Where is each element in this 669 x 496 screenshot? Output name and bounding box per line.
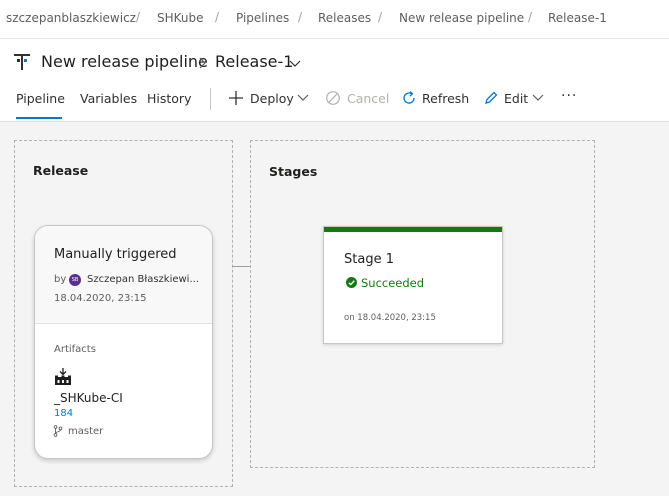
release-timestamp: 18.04.2020, 23:15 <box>54 293 147 304</box>
breadcrumb: szczepanblaszkiewicz / SHKube / Pipeline… <box>0 0 669 39</box>
tab-variables[interactable]: Variables <box>80 91 137 106</box>
breadcrumb-separator: / <box>136 10 141 24</box>
tab-history[interactable]: History <box>147 91 191 106</box>
breadcrumb-separator: / <box>298 10 303 24</box>
success-check-icon <box>346 277 357 288</box>
artifact-build-number[interactable]: 184 <box>54 408 73 419</box>
trigger-text: Manually triggered <box>54 247 177 262</box>
artifacts-label: Artifacts <box>54 344 96 355</box>
more-actions-button[interactable]: ··· <box>561 88 577 104</box>
branch-icon <box>53 425 63 437</box>
cancel-icon <box>326 91 340 105</box>
edit-button[interactable]: Edit <box>504 91 528 106</box>
tab-pipeline[interactable]: Pipeline <box>16 91 65 106</box>
user-name[interactable]: Szczepan Błaszkiewi... <box>87 274 199 285</box>
breadcrumb-pipeline[interactable]: New release pipeline <box>399 11 524 25</box>
build-artifact-icon <box>55 368 71 385</box>
breadcrumb-separator: / <box>215 10 220 24</box>
release-card[interactable]: Manually triggered by SB Szczepan Błaszk… <box>34 225 213 459</box>
breadcrumb-separator: / <box>528 10 533 24</box>
release-dropdown-chevron-icon[interactable] <box>289 58 301 68</box>
deploy-button[interactable]: Deploy <box>250 91 294 106</box>
refresh-icon[interactable] <box>401 90 417 106</box>
stage-date: on 18.04.2020, 23:15 <box>344 313 436 323</box>
refresh-button[interactable]: Refresh <box>422 91 469 106</box>
stage-name: Stage 1 <box>344 252 394 267</box>
release-section-title: Release <box>33 163 89 178</box>
breadcrumb-pipelines[interactable]: Pipelines <box>236 11 289 25</box>
breadcrumb-organization[interactable]: szczepanblaszkiewicz <box>6 11 136 25</box>
toolbar-divider <box>210 88 211 110</box>
plus-icon[interactable] <box>228 90 244 106</box>
edit-chevron-down-icon[interactable] <box>532 94 544 102</box>
active-tab-indicator <box>16 117 62 119</box>
by-label: by <box>54 274 67 285</box>
stage-card[interactable]: Stage 1 Succeeded on 18.04.2020, 23:15 <box>323 226 503 344</box>
breadcrumb-release[interactable]: Release-1 <box>548 11 607 25</box>
breadcrumb-project[interactable]: SHKube <box>157 11 204 25</box>
artifact-branch: master <box>68 426 104 437</box>
pipeline-name-link[interactable]: New release pipeline <box>41 52 208 71</box>
stage-status-bar <box>324 227 502 232</box>
chevron-right-icon <box>199 57 206 69</box>
breadcrumb-separator: / <box>378 10 383 24</box>
stages-section-title: Stages <box>269 164 318 179</box>
avatar: SB <box>69 274 81 286</box>
cancel-button: Cancel <box>347 91 390 106</box>
release-pipeline-icon <box>14 54 30 70</box>
artifact-name[interactable]: _SHKube-CI <box>54 391 123 405</box>
deploy-chevron-down-icon[interactable] <box>297 94 309 102</box>
stage-status: Succeeded <box>361 276 425 290</box>
pencil-icon[interactable] <box>483 90 499 106</box>
release-name: Release-1 <box>215 52 294 71</box>
breadcrumb-releases[interactable]: Releases <box>318 11 371 25</box>
